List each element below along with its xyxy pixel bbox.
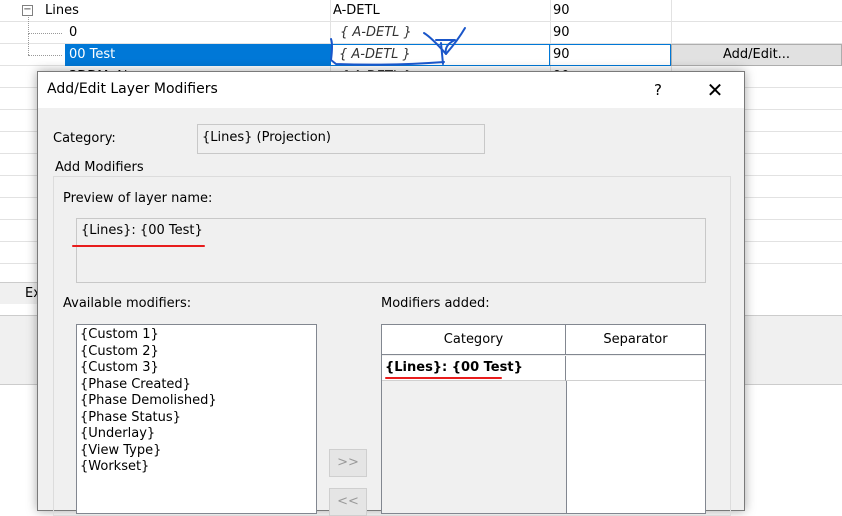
row-layer: A-DETL (333, 3, 380, 18)
category-field: {Lines} (Projection) (197, 124, 485, 154)
dialog-title: Add/Edit Layer Modifiers (47, 81, 218, 97)
added-row-separator[interactable] (566, 356, 705, 381)
preview-label: Preview of layer name: (63, 191, 213, 206)
row-color: 90 (553, 3, 570, 18)
modifiers-added-grid[interactable]: Category Separator {Lines}: {00 Test} (381, 324, 706, 514)
available-modifiers-list[interactable]: {Custom 1} {Custom 2} {Custom 3} {Phase … (76, 324, 317, 514)
list-item[interactable]: {Custom 2} (77, 344, 316, 361)
row-color: 90 (553, 47, 570, 62)
row-layer: { A-DETL } (340, 25, 412, 40)
list-item[interactable]: {Custom 1} (77, 327, 316, 344)
help-icon[interactable]: ? (644, 72, 672, 108)
list-item[interactable]: {Phase Status} (77, 410, 316, 427)
row-layer: { A-DETL } (339, 47, 411, 62)
close-icon[interactable]: ✕ (698, 72, 732, 108)
dialog-titlebar[interactable]: Add/Edit Layer Modifiers ? ✕ (38, 72, 744, 108)
category-value: {Lines} (Projection) (202, 130, 331, 145)
add-edit-button[interactable]: Add/Edit... (671, 44, 842, 66)
column-header-category[interactable]: Category (382, 325, 566, 355)
modifiers-added-label: Modifiers added: (381, 296, 490, 311)
row-name: 00 Test (65, 44, 330, 66)
preview-field: {Lines}: {00 Test} (76, 218, 706, 283)
column-header-separator[interactable]: Separator (566, 325, 705, 355)
tree-line (28, 33, 62, 34)
layer-edit-field[interactable]: { A-DETL } (330, 44, 550, 66)
list-item[interactable]: {Phase Created} (77, 377, 316, 394)
row-name: Lines (45, 3, 79, 18)
collapse-icon[interactable]: − (22, 5, 33, 16)
preview-value: {Lines}: {00 Test} (81, 223, 203, 238)
annotation-underline (72, 245, 205, 247)
color-field[interactable]: 90 (550, 44, 671, 66)
available-modifiers-label: Available modifiers: (63, 296, 192, 311)
list-item[interactable]: {Underlay} (77, 426, 316, 443)
category-label: Category: (53, 131, 116, 146)
add-modifier-button[interactable]: >> (329, 449, 367, 477)
list-item[interactable]: {Workset} (77, 459, 316, 476)
row-color: 90 (553, 25, 570, 40)
list-item[interactable]: {Custom 3} (77, 360, 316, 377)
add-edit-layer-modifiers-dialog: Add/Edit Layer Modifiers ? ✕ Category: {… (37, 71, 745, 516)
group-label: Add Modifiers (55, 160, 147, 175)
list-item[interactable]: {View Type} (77, 443, 316, 460)
separator-column-empty (566, 381, 705, 513)
annotation-underline (385, 377, 502, 379)
tree-line (28, 55, 62, 56)
row-name: 0 (69, 25, 78, 40)
list-item[interactable]: {Phase Demolished} (77, 393, 316, 410)
tree-line (28, 17, 29, 34)
table-row[interactable]: − Lines A-DETL 90 (0, 0, 842, 22)
table-row-selected[interactable]: 00 Test { A-DETL } 90 Add/Edit... (0, 33, 842, 66)
tree-line (28, 33, 29, 55)
remove-modifier-button[interactable]: << (329, 488, 367, 516)
table-row[interactable]: 0 { A-DETL } 90 (0, 17, 842, 44)
